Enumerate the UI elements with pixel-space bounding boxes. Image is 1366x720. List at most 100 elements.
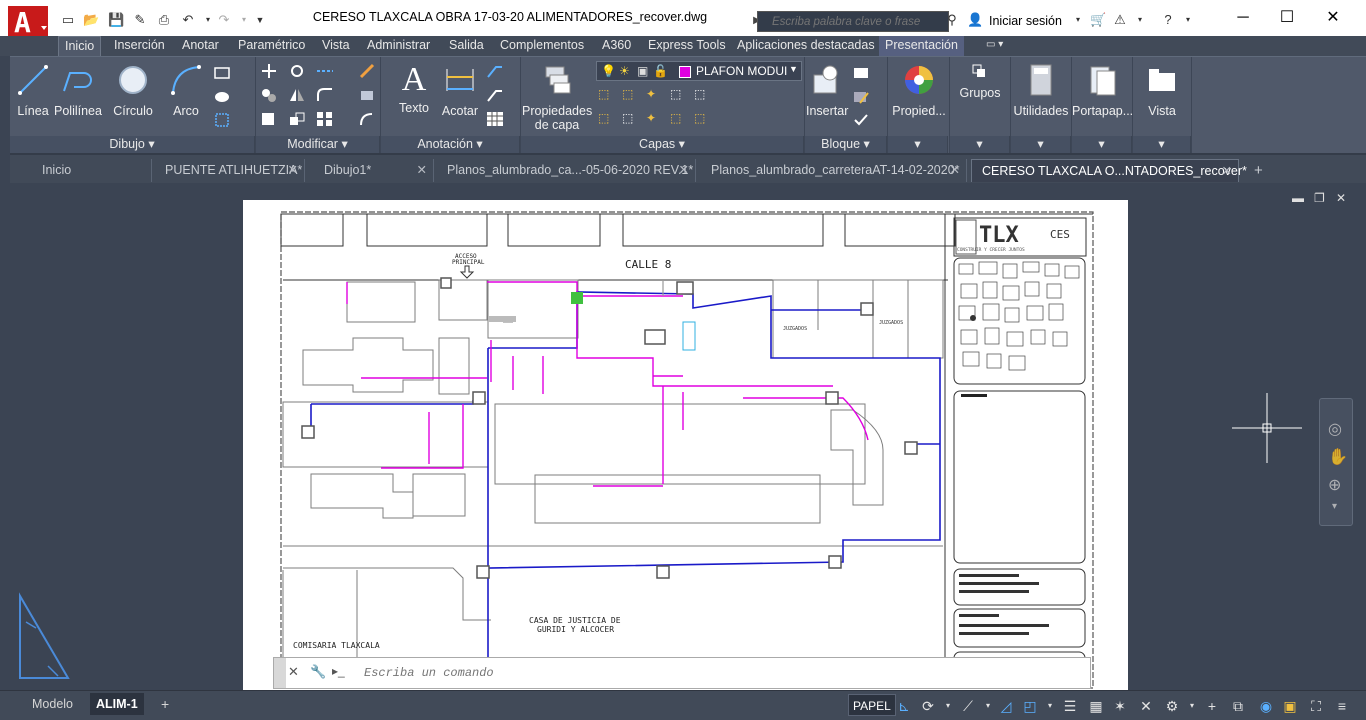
customization-menu-icon[interactable]: ≡ bbox=[1332, 696, 1352, 716]
layer-lock-icon[interactable]: 🔓 bbox=[653, 64, 668, 78]
snap-mode-icon[interactable]: ⊾ bbox=[894, 696, 914, 716]
file-tab-planos-carretera[interactable]: Planos_alumbrado_carreteraAT-14-02-2020*… bbox=[701, 159, 967, 182]
groups-panel-expand[interactable]: ▾ bbox=[950, 136, 1010, 153]
layer-dropdown[interactable]: 💡 ☀ ▣ 🔓 PLAFON MODUI ▼ bbox=[596, 61, 802, 81]
signin-button[interactable]: Iniciar sesión bbox=[989, 14, 1062, 28]
binoculars-icon[interactable]: ⚲ bbox=[944, 13, 960, 27]
polar-tracking-icon[interactable]: ⟳ bbox=[918, 696, 938, 716]
layer-tool-icon[interactable]: ✦ bbox=[646, 87, 656, 101]
viewport-close-icon[interactable]: ✕ bbox=[1336, 191, 1346, 205]
draw-panel-title[interactable]: Dibujo ▾ bbox=[10, 136, 255, 153]
groups-button[interactable]: Grupos bbox=[952, 63, 1008, 100]
help-icon[interactable]: ? bbox=[1160, 13, 1176, 27]
close-command-line-icon[interactable]: ✕ bbox=[288, 664, 299, 680]
close-tab-icon[interactable]: ✕ bbox=[1222, 160, 1232, 183]
utilities-panel-expand[interactable]: ▾ bbox=[1011, 136, 1071, 153]
layer-dropdown-arrow-icon[interactable]: ▼ bbox=[789, 64, 798, 74]
stretch-icon[interactable] bbox=[260, 111, 278, 127]
block-attributes-icon[interactable] bbox=[852, 112, 870, 128]
scale-icon[interactable] bbox=[288, 111, 306, 127]
layer-freeze-icon[interactable]: ☀ bbox=[619, 64, 630, 78]
view-button[interactable]: Vista bbox=[1134, 63, 1190, 118]
minimize-button[interactable]: ─ bbox=[1228, 8, 1258, 28]
new-tab-button[interactable]: + bbox=[1248, 159, 1274, 182]
layer-properties-button[interactable]: Propiedades de capa bbox=[522, 63, 592, 132]
text-button[interactable]: A Texto bbox=[394, 63, 434, 116]
lineweight-icon[interactable]: ☰ bbox=[1060, 696, 1080, 716]
polar-dropdown-icon[interactable]: ▾ bbox=[938, 696, 958, 716]
close-tab-icon[interactable]: ✕ bbox=[950, 159, 960, 182]
dimension-button[interactable]: Acotar bbox=[438, 63, 482, 118]
clipboard-panel-expand[interactable]: ▾ bbox=[1072, 136, 1132, 153]
line-button[interactable]: Línea bbox=[14, 63, 52, 118]
properties-panel-expand[interactable]: ▾ bbox=[888, 136, 948, 153]
rectangle-icon[interactable] bbox=[213, 65, 231, 81]
copy-icon[interactable] bbox=[260, 87, 278, 103]
tab-aplicaciones[interactable]: Aplicaciones destacadas bbox=[731, 36, 881, 56]
pan-hand-icon[interactable]: ✋ bbox=[1328, 447, 1348, 467]
dynamic-ucs-icon[interactable]: ◰ bbox=[1020, 696, 1040, 716]
redo-icon[interactable]: ↷ bbox=[216, 13, 232, 27]
arc-button[interactable]: Arco bbox=[166, 63, 206, 118]
block-panel-title[interactable]: Bloque ▾ bbox=[805, 136, 887, 153]
explode-icon[interactable] bbox=[358, 87, 376, 103]
isolate-objects-icon[interactable]: ◉ bbox=[1256, 696, 1276, 716]
tab-presentacion[interactable]: Presentación bbox=[879, 36, 964, 56]
layout-tab-model[interactable]: Modelo bbox=[26, 693, 79, 715]
create-block-icon[interactable] bbox=[852, 65, 870, 81]
cart-icon[interactable]: 🛒 bbox=[1090, 13, 1106, 27]
file-tab-inicio[interactable]: Inicio bbox=[32, 159, 152, 182]
utilities-button[interactable]: Utilidades bbox=[1012, 63, 1070, 118]
tab-administrar[interactable]: Administrar bbox=[361, 36, 436, 56]
tab-parametrico[interactable]: Paramétrico bbox=[232, 36, 311, 56]
viewport-minimize-icon[interactable]: ▬ bbox=[1292, 191, 1304, 205]
tab-inicio[interactable]: Inicio bbox=[58, 36, 102, 56]
command-input[interactable] bbox=[364, 664, 1064, 682]
move-icon[interactable] bbox=[260, 63, 278, 79]
units-icon[interactable]: ⧉ bbox=[1228, 696, 1248, 716]
hardware-acceleration-icon[interactable]: ▣ bbox=[1280, 696, 1300, 716]
osnap-icon[interactable]: ⟋ bbox=[958, 696, 978, 716]
layer-tool-icon[interactable]: ⬚ bbox=[598, 87, 609, 101]
circle-button[interactable]: Círculo bbox=[110, 63, 156, 118]
modify-panel-title[interactable]: Modificar ▾ bbox=[256, 136, 380, 153]
layer-tool-icon[interactable]: ⬚ bbox=[598, 111, 609, 125]
print-icon[interactable]: ⎙ bbox=[156, 13, 172, 27]
close-tab-icon[interactable]: ✕ bbox=[288, 159, 298, 182]
multileader-icon[interactable] bbox=[486, 87, 504, 103]
open-file-icon[interactable]: 📂 bbox=[83, 13, 99, 27]
polyline-button[interactable]: Polilínea bbox=[54, 63, 102, 118]
layer-tool-icon[interactable]: ✦ bbox=[646, 111, 656, 125]
command-prompt-icon[interactable]: ▸_ bbox=[332, 664, 345, 678]
annotation-visibility-icon[interactable]: ✕ bbox=[1136, 696, 1156, 716]
file-tab-dibujo1[interactable]: Dibujo1* ✕ bbox=[314, 159, 434, 182]
help-dropdown-icon[interactable]: ▾ bbox=[1180, 13, 1196, 27]
offset-icon[interactable] bbox=[358, 111, 376, 127]
osnap-dropdown-icon[interactable]: ▾ bbox=[978, 696, 998, 716]
save-icon[interactable]: 💾 bbox=[108, 13, 124, 27]
object-snap-tracking-icon[interactable]: ◿ bbox=[996, 696, 1016, 716]
close-button[interactable]: ✕ bbox=[1318, 8, 1348, 28]
tab-complementos[interactable]: Complementos bbox=[494, 36, 590, 56]
autocad-logo-icon[interactable]: A bbox=[8, 6, 48, 36]
customize-qat-icon[interactable]: ▼ bbox=[252, 13, 268, 27]
customize-command-icon[interactable]: 🔧 bbox=[310, 664, 326, 680]
paper-sheet[interactable]: CALLE 8 ACCESO PRINCIPAL JUZGADOS JUZGAD… bbox=[243, 200, 1128, 690]
transparency-icon[interactable]: ▦ bbox=[1086, 696, 1106, 716]
layer-tool-icon[interactable]: ⬚ bbox=[670, 111, 681, 125]
layer-tool-icon[interactable]: ⬚ bbox=[622, 87, 633, 101]
tab-a360[interactable]: A360 bbox=[596, 36, 637, 56]
layer-on-icon[interactable]: 💡 bbox=[601, 64, 616, 78]
insert-block-button[interactable]: Insertar bbox=[806, 63, 848, 118]
search-input[interactable] bbox=[772, 14, 942, 30]
layer-tool-icon[interactable]: ⬚ bbox=[670, 87, 681, 101]
rotate-icon[interactable] bbox=[288, 63, 306, 79]
layer-tool-icon[interactable]: ⬚ bbox=[622, 111, 633, 125]
trim-icon[interactable] bbox=[316, 63, 334, 79]
clean-screen-icon[interactable]: ⛶ bbox=[1306, 696, 1326, 716]
layer-vp-freeze-icon[interactable]: ▣ bbox=[637, 64, 648, 78]
workspace-dropdown-icon[interactable]: ▾ bbox=[1182, 696, 1202, 716]
tab-salida[interactable]: Salida bbox=[443, 36, 490, 56]
navbar-dropdown-icon[interactable]: ▾ bbox=[1332, 501, 1337, 512]
fillet-icon[interactable] bbox=[316, 87, 334, 103]
